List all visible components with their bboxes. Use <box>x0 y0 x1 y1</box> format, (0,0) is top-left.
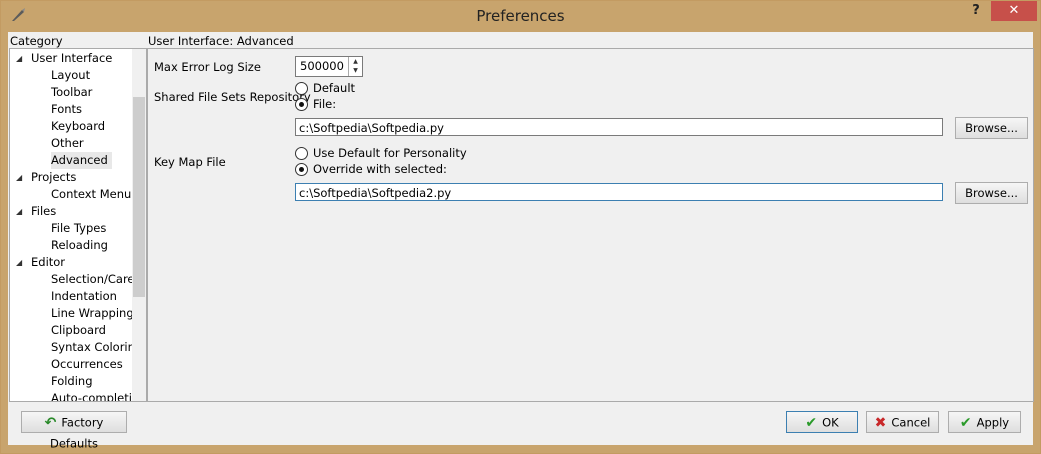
tree-item[interactable]: Clipboard <box>51 322 106 339</box>
tree-item[interactable]: Folding <box>51 373 93 390</box>
tree-item[interactable]: Toolbar <box>51 84 92 101</box>
key-map-override-radio[interactable] <box>295 163 308 176</box>
tree-item[interactable]: Occurrences <box>51 356 123 373</box>
tree-item[interactable]: Files <box>31 203 56 220</box>
factory-defaults-button[interactable]: ↶ Factory Defaults <box>21 411 127 450</box>
tree-item[interactable]: User Interface <box>31 50 112 67</box>
dialog-body: Category ◢ User Interface Layout Toolbar Fon… <box>8 32 1034 450</box>
checkmark-icon: ✔ <box>959 414 972 431</box>
key-map-default-label: Use Default for Personality <box>313 146 467 160</box>
tree-expand-arrow-icon[interactable]: ◢ <box>16 207 26 216</box>
shared-repo-file-radio[interactable] <box>295 98 308 111</box>
tree-expand-arrow-icon[interactable]: ◢ <box>16 173 26 182</box>
spin-buttons[interactable]: ▲ ▼ <box>348 57 362 76</box>
tree-item[interactable]: Context Menu <box>51 186 131 203</box>
help-button[interactable]: ? <box>967 3 985 21</box>
key-map-path-input[interactable]: c:\Softpedia\Softpedia2.py <box>295 183 943 201</box>
tree-item[interactable]: Selection/Caret <box>51 271 139 288</box>
tree-scrollbar[interactable] <box>132 49 146 401</box>
preferences-window: Preferences ? ✕ Category ◢ User Interface… <box>0 0 1041 454</box>
checkmark-icon: ✔ <box>805 414 818 431</box>
cancel-button[interactable]: ✖ Cancel <box>866 411 939 433</box>
spin-down-icon[interactable]: ▼ <box>349 66 362 75</box>
ok-button[interactable]: ✔ OK <box>786 411 858 433</box>
cancel-x-icon: ✖ <box>874 414 887 431</box>
apply-button[interactable]: ✔ Apply <box>948 411 1021 433</box>
panel-heading: User Interface: Advanced <box>148 34 294 48</box>
max-error-log-spinbox[interactable]: 500000 ▲ ▼ <box>295 56 363 77</box>
window-title: Preferences <box>476 7 565 25</box>
max-error-log-value: 500000 <box>300 59 344 73</box>
category-tree[interactable]: ◢ User Interface Layout Toolbar Fonts Keyboar… <box>9 48 147 402</box>
title-bar[interactable]: Preferences ? ✕ <box>1 1 1040 32</box>
category-label: Category <box>10 34 63 48</box>
tree-expand-arrow-icon[interactable]: ◢ <box>16 258 26 267</box>
tree-item[interactable]: Indentation <box>51 288 117 305</box>
tree-item[interactable]: Reloading <box>51 237 108 254</box>
shared-repo-label: Shared File Sets Repository <box>154 90 311 104</box>
tree-item[interactable]: File Types <box>51 220 106 237</box>
close-button[interactable]: ✕ <box>991 1 1037 21</box>
tree-item[interactable]: Line Wrapping <box>51 305 134 322</box>
tree-item[interactable]: Layout <box>51 67 90 84</box>
tree-item[interactable]: Fonts <box>51 101 82 118</box>
key-map-browse-button[interactable]: Browse... <box>955 182 1028 204</box>
tree-item[interactable]: Other <box>51 135 84 152</box>
key-map-default-radio[interactable] <box>295 147 308 160</box>
key-map-label: Key Map File <box>154 155 226 169</box>
factory-defaults-label: Factory Defaults <box>49 415 104 451</box>
cancel-label: Cancel <box>891 415 931 430</box>
tree-item[interactable]: Advanced <box>51 152 112 169</box>
tree-scroll-thumb[interactable] <box>133 97 145 297</box>
undo-arrow-icon: ↶ <box>44 414 57 431</box>
shared-repo-default-label: Default <box>313 81 356 95</box>
max-error-log-label: Max Error Log Size <box>154 60 261 74</box>
shared-repo-default-radio[interactable] <box>295 82 308 95</box>
tree-item[interactable]: Projects <box>31 169 76 186</box>
settings-panel: Max Error Log Size 500000 ▲ ▼ Shared Fil… <box>147 48 1034 402</box>
apply-label: Apply <box>976 415 1010 430</box>
shared-repo-file-label: File: <box>313 97 337 111</box>
key-map-override-label: Override with selected: <box>313 162 447 176</box>
tree-item[interactable]: Syntax Coloring <box>51 339 142 356</box>
tree-item[interactable]: Keyboard <box>51 118 105 135</box>
spin-up-icon[interactable]: ▲ <box>349 57 362 66</box>
shared-repo-path-input[interactable]: c:\Softpedia\Softpedia.py <box>295 118 943 136</box>
tree-expand-arrow-icon[interactable]: ◢ <box>16 54 26 63</box>
ok-label: OK <box>822 415 839 430</box>
shared-repo-browse-button[interactable]: Browse... <box>955 117 1028 139</box>
tree-item[interactable]: Editor <box>31 254 65 271</box>
